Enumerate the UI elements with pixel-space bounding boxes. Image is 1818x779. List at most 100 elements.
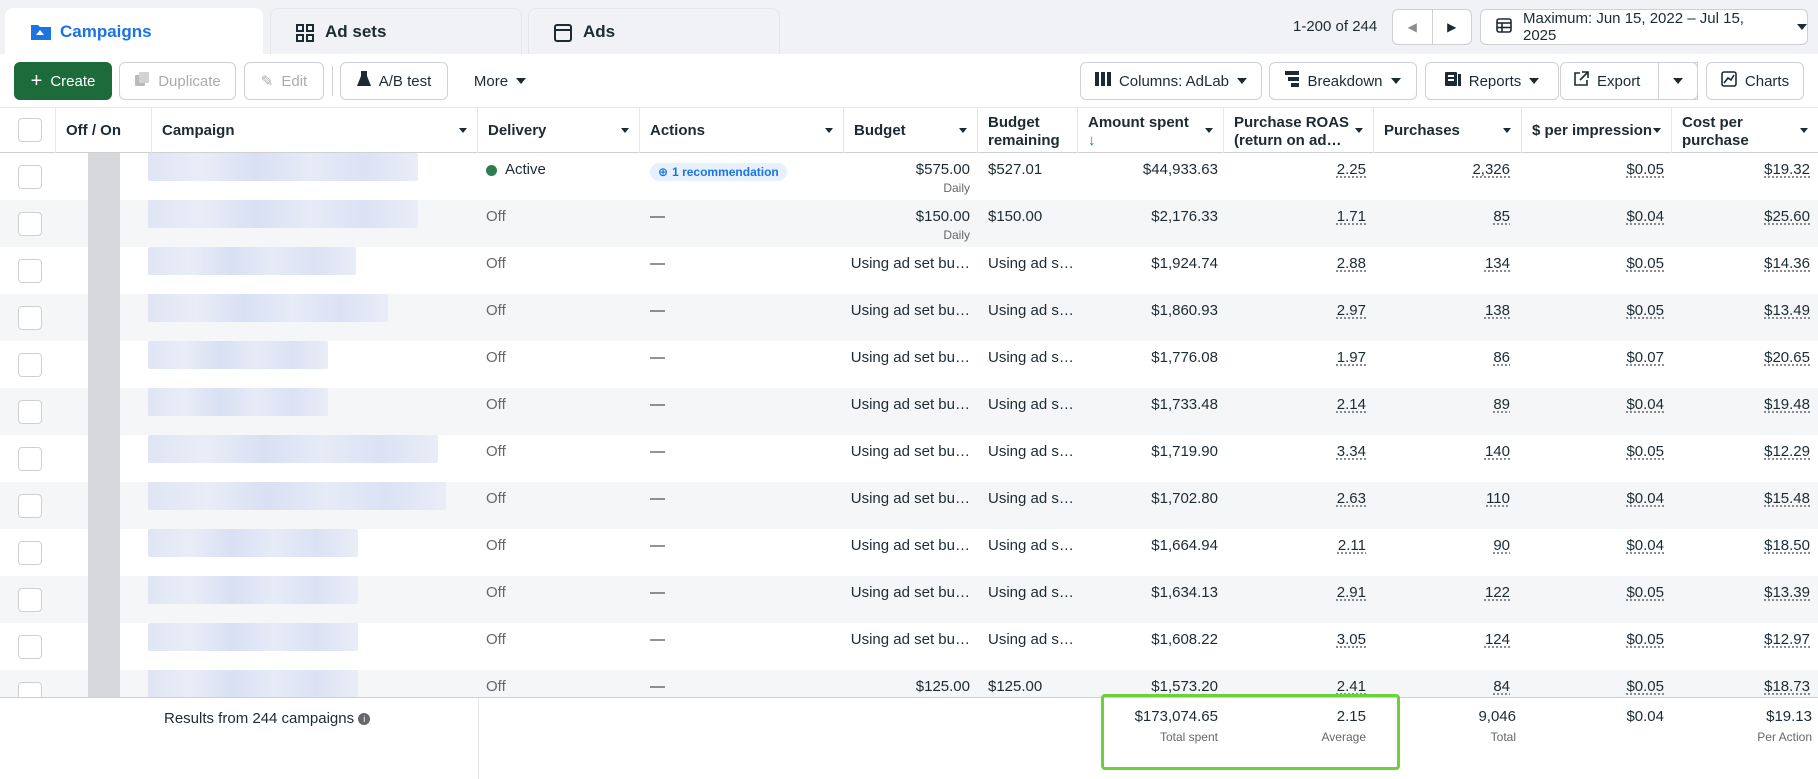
row-checkbox[interactable]	[18, 541, 42, 565]
roas-cell[interactable]: 2.91	[1236, 584, 1366, 601]
cost-per-purchase-cell[interactable]: $19.48	[1680, 396, 1810, 413]
cost-per-purchase-cell[interactable]: $25.60	[1680, 208, 1810, 225]
per-impression-cell[interactable]: $0.05	[1532, 678, 1664, 695]
next-page-button[interactable]: ▶	[1431, 10, 1472, 44]
row-checkbox[interactable]	[18, 447, 42, 471]
campaign-name-redacted[interactable]	[148, 435, 438, 463]
purchases-cell[interactable]: 86	[1384, 349, 1510, 366]
table-row[interactable]: Off — $150.00 Daily $150.00 $2,176.33 1.71 85 $0…	[0, 200, 1818, 247]
roas-cell[interactable]: 2.14	[1236, 396, 1366, 413]
row-checkbox[interactable]	[18, 588, 42, 612]
header-budget-remaining[interactable]: Budget remaining	[978, 108, 1078, 153]
date-range-picker[interactable]: Maximum: Jun 15, 2022 – Jul 15, 2025	[1480, 9, 1808, 45]
campaign-name-redacted[interactable]	[148, 623, 358, 651]
row-checkbox[interactable]	[18, 259, 42, 283]
roas-cell[interactable]: 2.88	[1236, 255, 1366, 272]
table-row[interactable]: Off — Using ad set bu… Using ad s… $1,733.48…	[0, 388, 1818, 435]
recommendation-badge[interactable]: ⊕ 1 recommendation	[650, 163, 787, 181]
purchases-cell[interactable]: 138	[1384, 302, 1510, 319]
ab-test-button[interactable]: A/B test	[340, 62, 448, 100]
on-off-toggle[interactable]	[88, 576, 120, 623]
on-off-toggle[interactable]	[88, 388, 120, 435]
breakdown-button[interactable]: Breakdown	[1269, 62, 1417, 100]
per-impression-cell[interactable]: $0.05	[1532, 255, 1664, 272]
per-impression-cell[interactable]: $0.05	[1532, 631, 1664, 648]
on-off-toggle[interactable]	[88, 200, 120, 247]
roas-cell[interactable]: 2.97	[1236, 302, 1366, 319]
on-off-toggle[interactable]	[88, 247, 120, 294]
edit-button[interactable]: ✎ Edit	[244, 62, 324, 100]
purchases-cell[interactable]: 2,326	[1384, 161, 1510, 178]
campaign-name-redacted[interactable]	[148, 153, 418, 181]
row-checkbox[interactable]	[18, 212, 42, 236]
row-checkbox[interactable]	[18, 400, 42, 424]
cost-per-purchase-cell[interactable]: $12.97	[1680, 631, 1810, 648]
cost-per-purchase-cell[interactable]: $12.29	[1680, 443, 1810, 460]
purchases-cell[interactable]: 90	[1384, 537, 1510, 554]
on-off-toggle[interactable]	[88, 529, 120, 576]
budget-cell[interactable]: $125.00	[844, 678, 970, 695]
per-impression-cell[interactable]: $0.05	[1532, 443, 1664, 460]
per-impression-cell[interactable]: $0.05	[1532, 161, 1664, 178]
campaign-name-redacted[interactable]	[148, 247, 356, 275]
per-impression-cell[interactable]: $0.07	[1532, 349, 1664, 366]
roas-cell[interactable]: 3.34	[1236, 443, 1366, 460]
per-impression-cell[interactable]: $0.04	[1532, 396, 1664, 413]
header-purchase-roas[interactable]: Purchase ROAS (return on ad…	[1224, 108, 1374, 153]
purchases-cell[interactable]: 140	[1384, 443, 1510, 460]
table-row[interactable]: Off — Using ad set bu… Using ad s… $1,860.93…	[0, 294, 1818, 341]
table-row[interactable]: Off — Using ad set bu… Using ad s… $1,608.22…	[0, 623, 1818, 670]
per-impression-cell[interactable]: $0.04	[1532, 208, 1664, 225]
roas-cell[interactable]: 2.41	[1236, 678, 1366, 695]
per-impression-cell[interactable]: $0.05	[1532, 302, 1664, 319]
campaign-name-redacted[interactable]	[148, 576, 358, 604]
on-off-toggle[interactable]	[88, 153, 120, 200]
campaign-name-redacted[interactable]	[148, 529, 358, 557]
table-row[interactable]: Off — Using ad set bu… Using ad s… $1,776.08…	[0, 341, 1818, 388]
cost-per-purchase-cell[interactable]: $19.32	[1680, 161, 1810, 178]
columns-button[interactable]: Columns: AdLab	[1080, 62, 1262, 100]
per-impression-cell[interactable]: $0.05	[1532, 584, 1664, 601]
purchases-cell[interactable]: 124	[1384, 631, 1510, 648]
campaign-name-redacted[interactable]	[148, 388, 328, 416]
header-campaign[interactable]: Campaign	[152, 108, 478, 153]
table-row[interactable]: Off — Using ad set bu… Using ad s… $1,719.90…	[0, 435, 1818, 482]
campaign-name-redacted[interactable]	[148, 294, 388, 322]
on-off-toggle[interactable]	[88, 623, 120, 670]
per-impression-cell[interactable]: $0.04	[1532, 490, 1664, 507]
roas-cell[interactable]: 2.25	[1236, 161, 1366, 178]
export-menu-button[interactable]	[1658, 62, 1698, 100]
row-checkbox[interactable]	[18, 682, 42, 697]
on-off-toggle[interactable]	[88, 435, 120, 482]
cost-per-purchase-cell[interactable]: $18.50	[1680, 537, 1810, 554]
budget-cell[interactable]: $150.00 Daily	[844, 208, 970, 242]
table-row[interactable]: Off — Using ad set bu… Using ad s… $1,634.13…	[0, 576, 1818, 623]
header-delivery[interactable]: Delivery	[478, 108, 640, 153]
duplicate-button[interactable]: Duplicate	[119, 62, 236, 100]
header-actions[interactable]: Actions	[640, 108, 844, 153]
on-off-toggle[interactable]	[88, 482, 120, 529]
on-off-toggle[interactable]	[88, 670, 120, 697]
tab-campaigns[interactable]: Campaigns	[5, 8, 263, 54]
header-budget[interactable]: Budget	[844, 108, 978, 153]
on-off-toggle[interactable]	[88, 341, 120, 388]
roas-cell[interactable]: 1.97	[1236, 349, 1366, 366]
reports-button[interactable]: Reports	[1425, 62, 1559, 100]
charts-button[interactable]: Charts	[1706, 62, 1804, 100]
purchases-cell[interactable]: 85	[1384, 208, 1510, 225]
roas-cell[interactable]: 3.05	[1236, 631, 1366, 648]
cost-per-purchase-cell[interactable]: $13.49	[1680, 302, 1810, 319]
header-amount-spent[interactable]: Amount spent ↓	[1078, 108, 1224, 153]
purchases-cell[interactable]: 89	[1384, 396, 1510, 413]
purchases-cell[interactable]: 110	[1384, 490, 1510, 507]
budget-cell[interactable]: $575.00 Daily	[844, 161, 970, 195]
table-row[interactable]: Off — $125.00 $125.00 $1,573.20 2.41 84 $0.05 $1…	[0, 670, 1818, 697]
previous-page-button[interactable]: ◀	[1393, 10, 1432, 44]
header-cost-per-purchase[interactable]: Cost per purchase	[1672, 108, 1818, 153]
on-off-toggle[interactable]	[88, 294, 120, 341]
row-checkbox[interactable]	[18, 353, 42, 377]
roas-cell[interactable]: 2.63	[1236, 490, 1366, 507]
cost-per-purchase-cell[interactable]: $13.39	[1680, 584, 1810, 601]
table-row[interactable]: Active ⊕ 1 recommendation $575.00 Daily $527.…	[0, 153, 1818, 200]
more-button[interactable]: More	[460, 62, 540, 100]
